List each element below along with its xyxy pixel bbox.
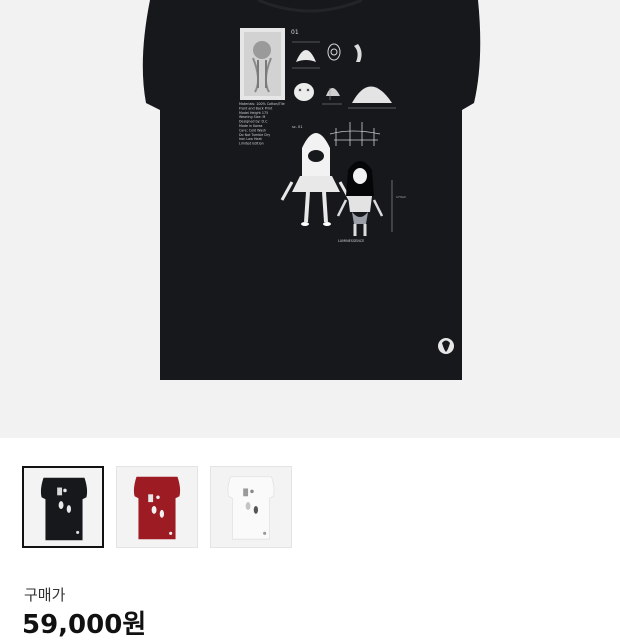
print-number-label: 01	[291, 29, 299, 36]
spec-line: Model Height 175	[239, 111, 268, 115]
product-main-image: 01 Materials: 100% Cotton/Tile Front and …	[0, 0, 620, 438]
print-figure-caption: sc. 01	[292, 125, 302, 129]
thumbnail-red[interactable]	[116, 466, 198, 548]
thumb-tshirt-red-icon	[133, 476, 181, 540]
brand-badge-icon	[438, 338, 454, 354]
spec-line: Iron Low Heat	[239, 137, 262, 141]
thumb-tshirt-black-icon	[40, 477, 88, 541]
thumb-tshirt-white-icon	[227, 476, 275, 540]
price-label: 구매가	[24, 586, 66, 604]
print-size-label: LUMINESSENCE	[338, 239, 364, 243]
spec-line: Limited Edition	[239, 142, 264, 146]
spec-line: Wearing Size: M	[239, 115, 266, 119]
tshirt-illustration: 01 Materials: 100% Cotton/TileFront and …	[142, 0, 481, 380]
spec-line: Do Not Tumble Dry	[239, 133, 270, 137]
spec-line: Materials: 100% Cotton/Tile	[239, 102, 285, 106]
spec-line: Designed by: D.C	[239, 120, 268, 124]
print-photo-card	[240, 28, 285, 100]
thumbnail-white[interactable]	[210, 466, 292, 548]
spec-line: Made in Korea	[239, 124, 262, 128]
svg-text:173cm: 173cm	[396, 195, 406, 199]
spec-line: Care: Cold Wash	[239, 128, 266, 132]
price-value: 59,000원	[22, 610, 147, 640]
color-thumbnails	[22, 466, 292, 548]
thumbnail-black[interactable]	[22, 466, 104, 548]
spec-line: Front and Back Print	[239, 106, 273, 110]
